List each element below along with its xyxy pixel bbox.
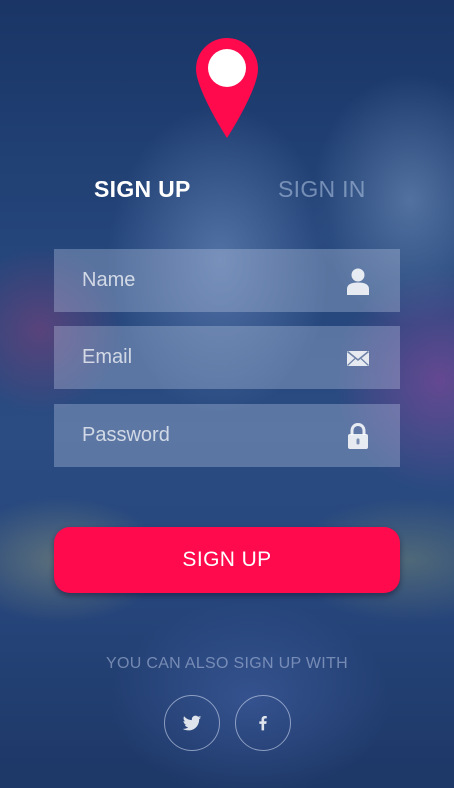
envelope-icon — [346, 350, 370, 366]
facebook-icon — [259, 716, 267, 731]
tab-sign-up[interactable]: SIGN UP — [94, 176, 191, 203]
facebook-button[interactable] — [235, 695, 291, 751]
name-input[interactable] — [54, 249, 334, 312]
map-pin-icon — [196, 38, 258, 138]
user-icon — [347, 268, 369, 295]
sign-up-button[interactable]: SIGN UP — [54, 527, 400, 593]
password-field — [54, 404, 400, 467]
email-field — [54, 326, 400, 389]
lock-icon — [348, 422, 368, 449]
social-caption: YOU CAN ALSO SIGN UP WITH — [106, 655, 348, 672]
twitter-icon — [182, 715, 202, 731]
twitter-button[interactable] — [164, 695, 220, 751]
name-field — [54, 249, 400, 312]
email-input[interactable] — [54, 326, 334, 389]
auth-tabs: SIGN UP SIGN IN — [0, 176, 454, 210]
password-input[interactable] — [54, 404, 334, 467]
tab-sign-in[interactable]: SIGN IN — [278, 176, 366, 203]
